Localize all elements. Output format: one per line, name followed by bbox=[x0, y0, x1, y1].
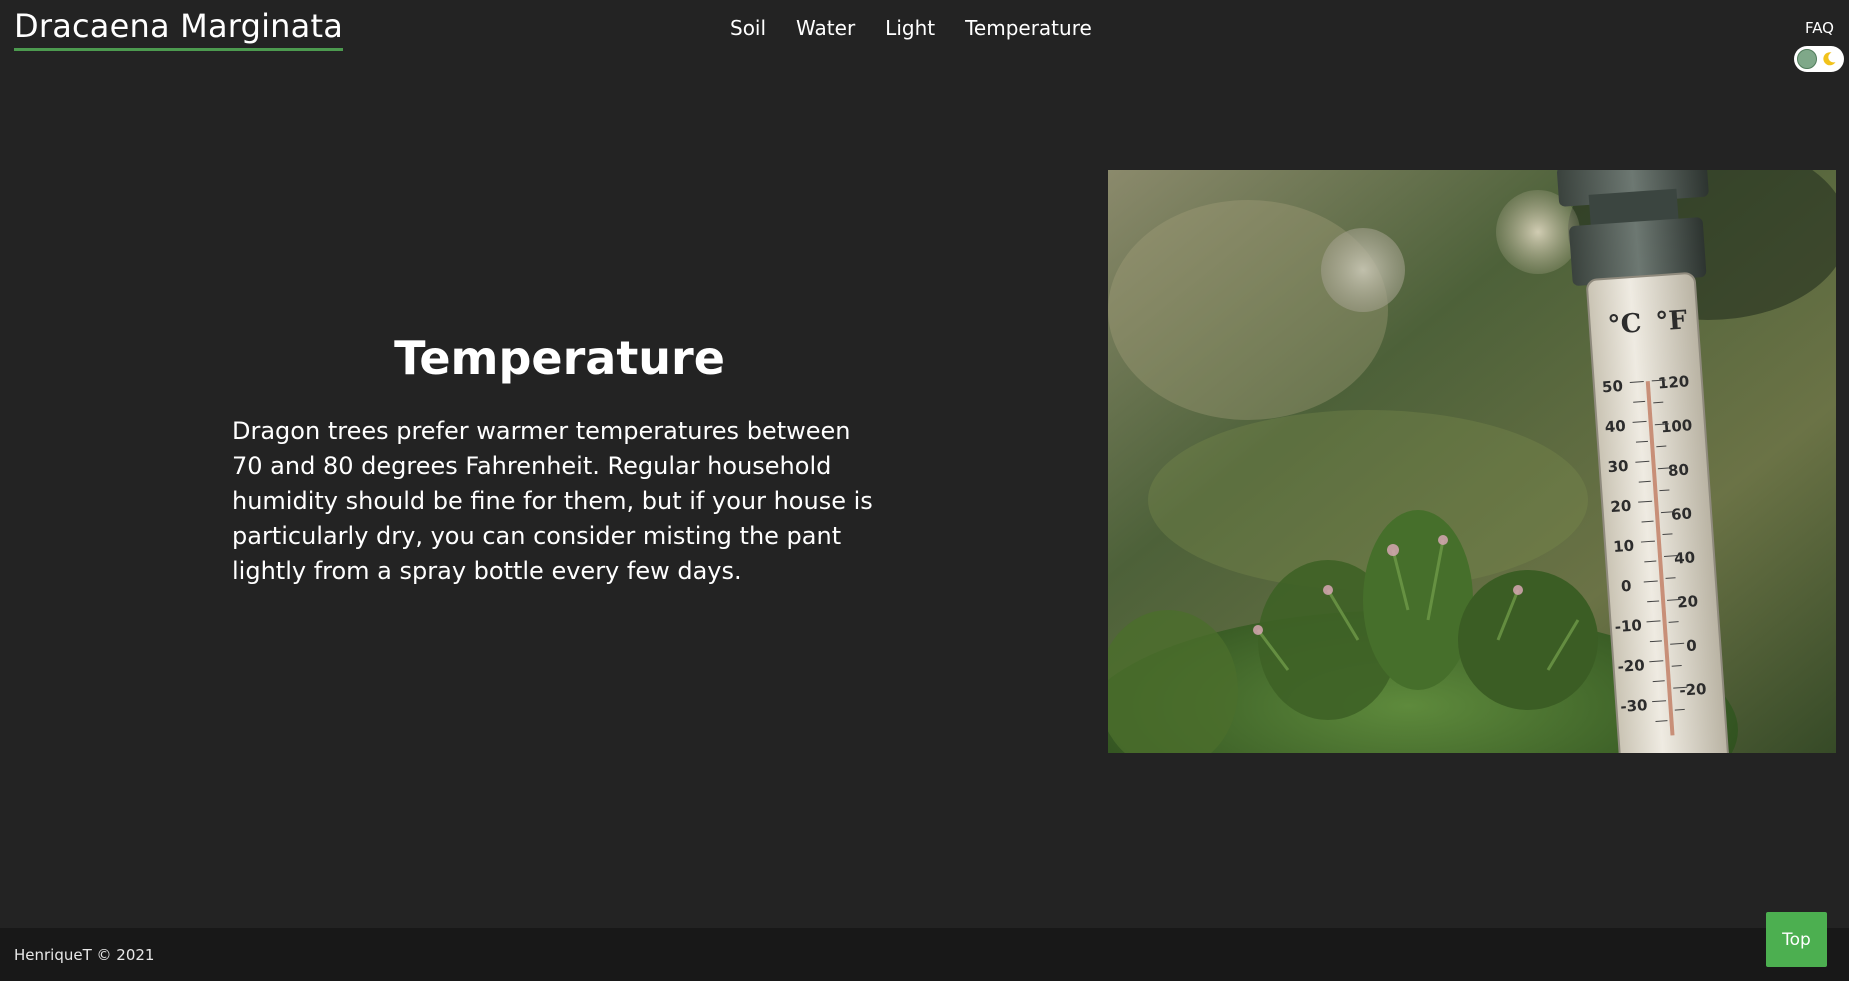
site-header: Dracaena Marginata Soil Water Light Temp… bbox=[0, 0, 1849, 72]
celsius-tick: -10 bbox=[1614, 616, 1642, 636]
celsius-tick: 0 bbox=[1620, 577, 1632, 596]
theme-toggle[interactable] bbox=[1794, 46, 1844, 72]
nav-link-water[interactable]: Water bbox=[796, 14, 855, 42]
moon-icon bbox=[1823, 52, 1836, 66]
nav-link-soil[interactable]: Soil bbox=[730, 14, 766, 42]
thermometer-illustration: °C °F 50 40 30 20 10 0 -10 -20 -30 120 1… bbox=[1108, 170, 1836, 753]
celsius-tick: 20 bbox=[1610, 497, 1632, 516]
toggle-knob bbox=[1797, 49, 1817, 69]
fahrenheit-tick: 80 bbox=[1667, 461, 1689, 480]
fahrenheit-tick: 20 bbox=[1677, 592, 1699, 611]
fahrenheit-tick: -20 bbox=[1679, 680, 1707, 700]
temperature-section: Temperature Dragon trees prefer warmer t… bbox=[232, 330, 892, 589]
fahrenheit-tick: 100 bbox=[1660, 416, 1692, 436]
fahrenheit-tick: 0 bbox=[1686, 636, 1698, 655]
fahrenheit-tick: 60 bbox=[1671, 504, 1693, 523]
copyright-text: HenriqueT © 2021 bbox=[14, 946, 155, 964]
celsius-tick: 10 bbox=[1613, 537, 1635, 556]
celsius-tick: 40 bbox=[1604, 417, 1626, 436]
thermometer-photo: °C °F 50 40 30 20 10 0 -10 -20 -30 120 1… bbox=[1108, 170, 1836, 753]
nav-link-temperature[interactable]: Temperature bbox=[965, 14, 1092, 42]
fahrenheit-tick: 40 bbox=[1674, 548, 1696, 567]
main-nav: Soil Water Light Temperature bbox=[730, 14, 1092, 42]
celsius-tick: 30 bbox=[1607, 457, 1629, 476]
celsius-label: °C bbox=[1607, 309, 1643, 341]
celsius-tick: -30 bbox=[1620, 696, 1648, 716]
site-footer: HenriqueT © 2021 bbox=[0, 928, 1849, 981]
fahrenheit-label: °F bbox=[1655, 305, 1689, 337]
celsius-tick: 50 bbox=[1601, 377, 1623, 396]
nav-link-light[interactable]: Light bbox=[885, 14, 935, 42]
section-title: Temperature bbox=[394, 331, 725, 385]
section-body: Dragon trees prefer warmer temperatures … bbox=[232, 417, 873, 585]
fahrenheit-tick: 120 bbox=[1657, 372, 1689, 392]
back-to-top-button[interactable]: Top bbox=[1766, 912, 1827, 967]
celsius-tick: -20 bbox=[1617, 656, 1645, 676]
faq-link[interactable]: FAQ bbox=[1805, 18, 1834, 38]
site-brand-link[interactable]: Dracaena Marginata bbox=[14, 6, 344, 51]
